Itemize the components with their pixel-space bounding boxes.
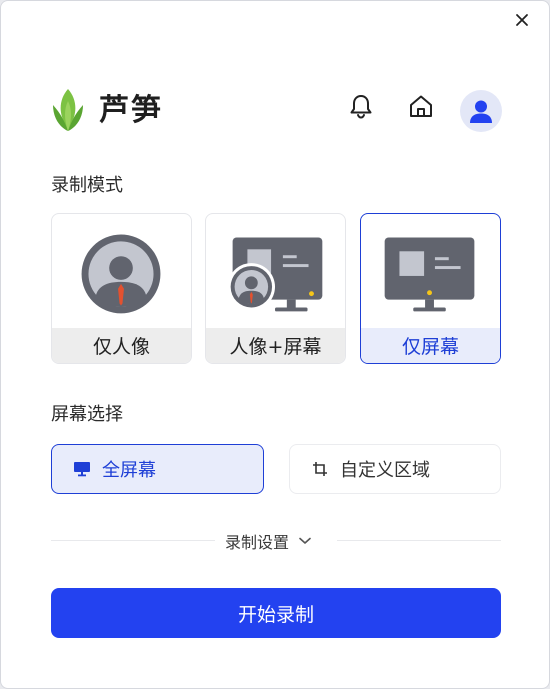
mode-card-portrait-screen[interactable]: 人像+屏幕 [205,213,346,364]
record-settings-toggle[interactable]: 录制设置 [215,528,324,554]
crop-icon [310,459,330,479]
mode-label: 仅人像 [52,328,191,363]
custom-region-label: 自定义区域 [340,460,430,481]
monitor-illustration-icon [384,237,475,312]
brand-name: 芦笋 [99,93,163,128]
mode-card-portrait-only[interactable]: 仅人像 [51,213,192,364]
record-mode-title: 录制模式 [51,175,123,196]
home-icon [410,95,432,117]
bell-icon [350,95,372,119]
portrait-icon [81,234,161,314]
start-recording-button[interactable]: 开始录制 [51,588,501,638]
mode-label: 仅屏幕 [361,328,500,363]
home-button[interactable] [408,93,434,119]
fullscreen-label: 全屏幕 [102,460,156,481]
portrait-with-screen-icon [227,237,323,312]
chevron-down-icon [299,534,313,548]
start-recording-label: 开始录制 [237,603,314,626]
monitor-icon [72,459,92,479]
user-avatar-button[interactable] [460,90,502,132]
divider-left [51,540,215,541]
screen-select-title: 屏幕选择 [51,404,123,425]
mode-label: 人像+屏幕 [206,328,345,363]
custom-region-option[interactable]: 自定义区域 [289,444,501,494]
record-settings-label: 录制设置 [225,533,290,552]
recorder-window: 芦笋 录制模式 仅人像 人像+屏幕 仅屏幕 屏幕选择 全屏幕 自定义区域 录制设… [0,0,550,689]
close-button[interactable] [509,9,535,31]
close-icon [516,14,528,26]
fullscreen-option[interactable]: 全屏幕 [51,444,264,494]
leaf-logo-icon [53,89,83,131]
notification-button[interactable] [348,93,374,119]
divider-right [337,540,501,541]
mode-card-screen-only[interactable]: 仅屏幕 [360,213,501,364]
user-avatar-icon [470,100,492,123]
